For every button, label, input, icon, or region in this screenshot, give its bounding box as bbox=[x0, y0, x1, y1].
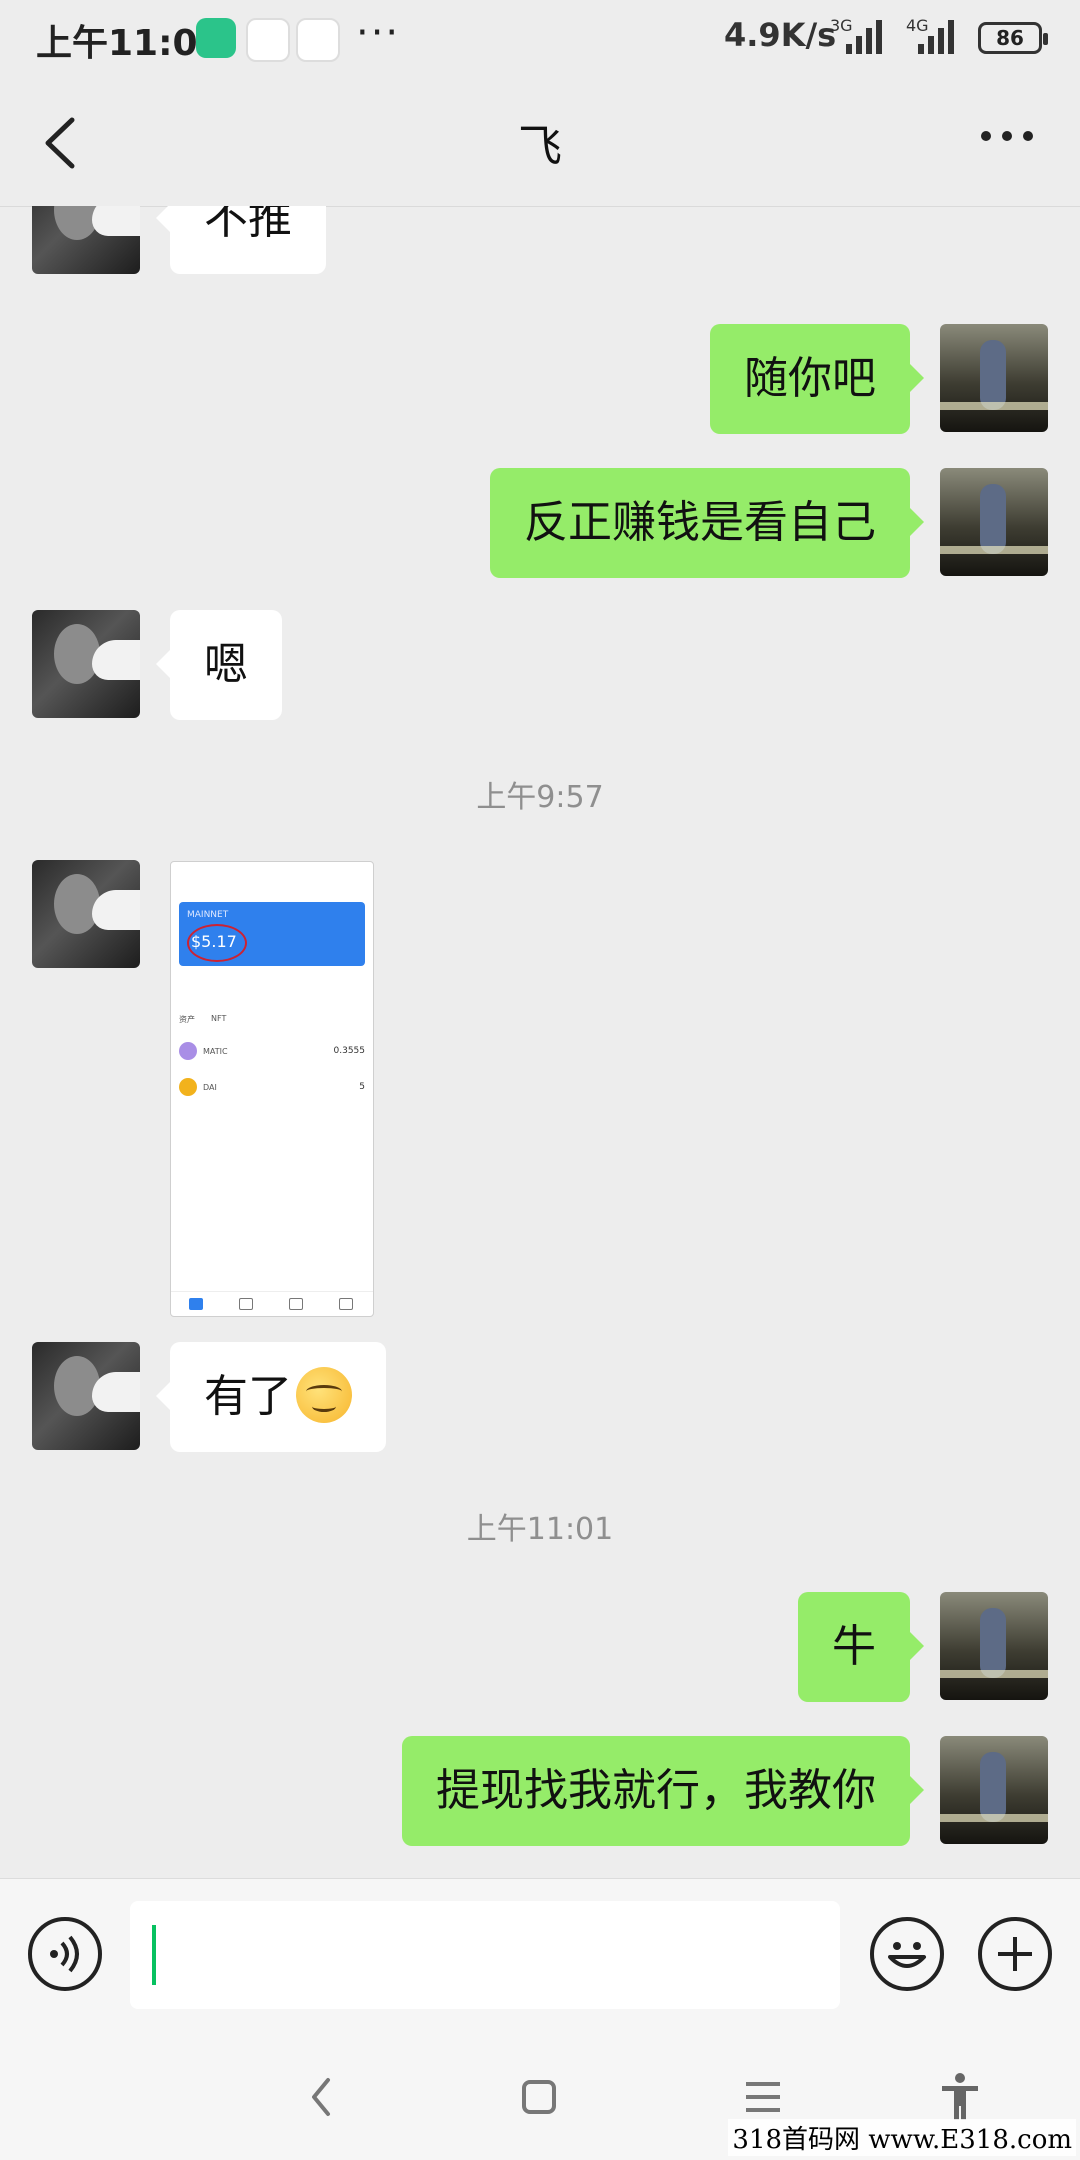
message-bubble-outgoing[interactable]: 提现找我就行，我教你 bbox=[402, 1736, 924, 1846]
asset-name: MATIC bbox=[203, 1047, 228, 1056]
qq-penguin-icon-2 bbox=[296, 18, 340, 62]
emoji-button[interactable] bbox=[870, 1917, 944, 1991]
message-timestamp: 上午9:57 bbox=[476, 780, 604, 815]
status-time: 上午11:01 bbox=[36, 23, 223, 64]
nav-back-icon[interactable] bbox=[292, 2070, 352, 2124]
message-text-input[interactable] bbox=[130, 1901, 840, 2009]
signal-icon bbox=[846, 20, 882, 54]
asset-value: 0.3555 bbox=[333, 1046, 366, 1056]
nav-menu-icon[interactable] bbox=[734, 2070, 794, 2124]
qq-penguin-icon bbox=[246, 18, 290, 62]
dai-token-icon bbox=[179, 1078, 197, 1096]
message-list[interactable]: 不推 随你吧 反正赚钱是看自己 嗯 上午9:57 MAINNET $5.17 资… bbox=[0, 206, 1080, 1878]
security-shield-icon bbox=[196, 18, 236, 58]
contact-avatar[interactable] bbox=[32, 610, 140, 718]
message-bubble-outgoing[interactable]: 牛 bbox=[798, 1592, 924, 1702]
network-speed: 4.9K/s bbox=[724, 16, 837, 54]
my-avatar[interactable] bbox=[940, 468, 1048, 576]
contact-avatar[interactable] bbox=[32, 860, 140, 968]
battery-level: 86 bbox=[978, 22, 1048, 54]
more-functions-plus-button[interactable] bbox=[978, 1917, 1052, 1991]
smirk-emoji-icon bbox=[296, 1367, 352, 1423]
message-timestamp: 上午11:01 bbox=[466, 1512, 614, 1547]
text-cursor bbox=[152, 1925, 156, 1985]
wallet-balance-card: MAINNET $5.17 bbox=[179, 902, 365, 966]
message-bubble-outgoing[interactable]: 随你吧 bbox=[710, 324, 924, 434]
my-avatar[interactable] bbox=[940, 1592, 1048, 1700]
voice-input-button[interactable] bbox=[28, 1917, 102, 1991]
message-bubble-incoming[interactable]: 有了 bbox=[156, 1342, 386, 1452]
matic-token-icon bbox=[179, 1042, 197, 1060]
asset-value: 5 bbox=[359, 1082, 365, 1092]
wallet-amount: $5.17 bbox=[191, 932, 237, 951]
wallet-bottom-nav bbox=[171, 1291, 373, 1316]
watermark-text: 318首码网 www.E318.com bbox=[728, 2119, 1076, 2156]
contact-avatar[interactable] bbox=[32, 1342, 140, 1450]
accessibility-icon[interactable] bbox=[930, 2070, 990, 2124]
nav-home-icon[interactable] bbox=[510, 2070, 570, 2124]
contact-avatar[interactable] bbox=[32, 206, 140, 274]
asset-name: DAI bbox=[203, 1083, 217, 1092]
chat-title: 飞 bbox=[518, 121, 562, 172]
message-bubble-incoming[interactable]: 嗯 bbox=[156, 610, 282, 720]
status-bar: 上午11:01 ··· 4.9K/s 3G 4G 86 bbox=[0, 0, 1080, 78]
more-notifications-icon: ··· bbox=[356, 10, 401, 56]
message-bubble-outgoing[interactable]: 反正赚钱是看自己 bbox=[490, 468, 924, 578]
chat-input-bar bbox=[0, 1878, 1080, 2031]
message-bubble-incoming[interactable]: 不推 bbox=[156, 206, 326, 274]
my-avatar[interactable] bbox=[940, 324, 1048, 432]
wallet-network-label: MAINNET bbox=[187, 910, 229, 920]
message-text: 有了 bbox=[204, 1371, 292, 1422]
image-message[interactable]: MAINNET $5.17 资产 NFT MATIC 0.3555 DAI 5 bbox=[170, 861, 374, 1317]
wallet-tab-nft: NFT bbox=[211, 1014, 227, 1023]
signal-icon-2 bbox=[918, 20, 954, 54]
my-avatar[interactable] bbox=[940, 1736, 1048, 1844]
chat-header: 飞 bbox=[0, 78, 1080, 207]
wallet-tab-assets: 资产 bbox=[179, 1015, 195, 1024]
more-options-button[interactable] bbox=[972, 106, 1042, 166]
